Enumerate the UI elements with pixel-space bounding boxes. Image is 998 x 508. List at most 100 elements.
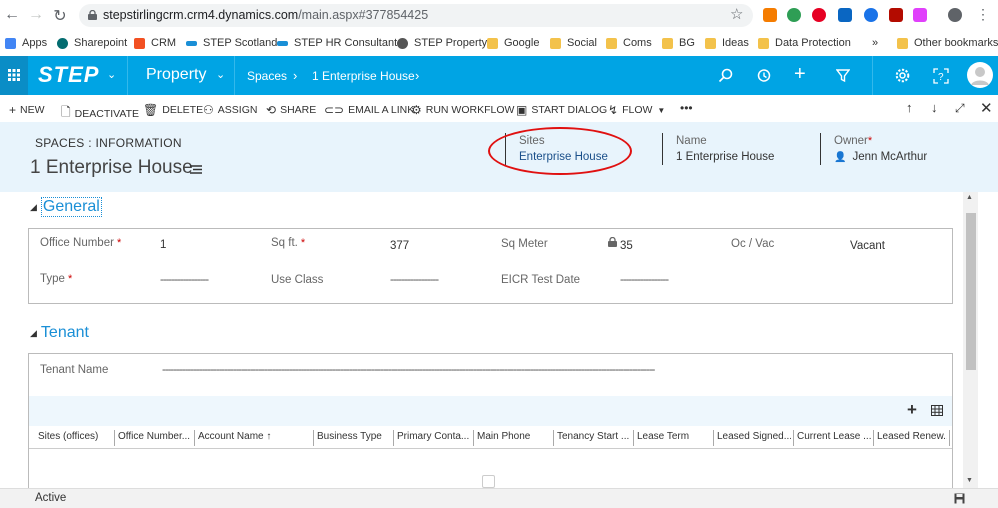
- bookmark-step-hr[interactable]: STEP HR Consultant...: [277, 37, 406, 49]
- quick-create-plus-icon[interactable]: +: [794, 63, 806, 86]
- eicr-test-date-field[interactable]: -----------------: [620, 274, 710, 286]
- scroll-down-arrow-icon[interactable]: ▼: [966, 477, 973, 484]
- more-bookmarks-button[interactable]: »: [872, 37, 878, 49]
- bookmark-bg[interactable]: BG: [662, 37, 695, 49]
- name-value[interactable]: 1 Enterprise House: [676, 151, 774, 163]
- column-header[interactable]: Sites (offices): [38, 431, 116, 442]
- column-separator[interactable]: [553, 430, 554, 446]
- column-separator[interactable]: [713, 430, 714, 446]
- save-disk-icon[interactable]: [954, 493, 965, 504]
- brand-logo[interactable]: STEP: [38, 62, 99, 88]
- bookmark-data-protection[interactable]: Data Protection: [758, 37, 851, 49]
- tenant-section-header[interactable]: ◢ Tenant: [30, 324, 89, 342]
- bookmark-star-icon[interactable]: ☆: [730, 5, 743, 23]
- share-button[interactable]: ⟲ SHARE: [266, 103, 316, 117]
- module-name[interactable]: Property: [146, 66, 206, 84]
- reload-icon[interactable]: ↻: [50, 6, 70, 26]
- column-header[interactable]: Office Number...: [118, 431, 192, 442]
- grid-view-icon[interactable]: [931, 405, 943, 416]
- column-header[interactable]: Primary Conta...: [397, 431, 471, 442]
- tenant-name-field[interactable]: ----------------------------------------…: [162, 364, 940, 376]
- column-separator[interactable]: [114, 430, 115, 446]
- bookmark-crm[interactable]: CRM: [134, 37, 176, 49]
- owner-lookup-link[interactable]: 👤 Jenn McArthur: [834, 151, 927, 163]
- folder-icon: [487, 37, 498, 49]
- search-icon[interactable]: [718, 68, 733, 83]
- module-chevron-icon[interactable]: ⌄: [216, 68, 225, 81]
- column-header[interactable]: Lease Term: [637, 431, 711, 442]
- app-launcher-button[interactable]: [0, 56, 28, 95]
- column-separator[interactable]: [793, 430, 794, 446]
- scroll-up-arrow-icon[interactable]: ▲: [966, 194, 973, 201]
- bookmark-sharepoint[interactable]: Sharepoint: [57, 37, 127, 49]
- bookmark-google[interactable]: Google: [487, 37, 539, 49]
- extension-icon[interactable]: [913, 8, 927, 22]
- column-header[interactable]: Leased Renew...: [877, 431, 947, 442]
- column-header[interactable]: Business Type: [317, 431, 391, 442]
- pdf-icon[interactable]: [889, 8, 903, 22]
- office-number-field[interactable]: 1: [160, 239, 166, 251]
- close-icon[interactable]: ✕: [980, 99, 993, 117]
- other-bookmarks[interactable]: Other bookmarks: [897, 37, 998, 49]
- breadcrumb-spaces[interactable]: Spaces: [247, 69, 287, 83]
- profile-icon[interactable]: [948, 8, 962, 22]
- column-separator[interactable]: [473, 430, 474, 446]
- add-record-plus-icon[interactable]: +: [907, 400, 917, 420]
- column-header[interactable]: Main Phone: [477, 431, 551, 442]
- scrollbar-thumb[interactable]: [966, 213, 976, 370]
- general-section-header[interactable]: ◢ General: [30, 197, 102, 217]
- help-question-icon[interactable]: ?: [933, 68, 949, 84]
- bookmark-step-scotland[interactable]: STEP Scotland: [186, 37, 277, 49]
- forward-arrow-icon[interactable]: →: [26, 6, 46, 24]
- form-selector-icon[interactable]: [190, 164, 203, 175]
- brand-chevron-icon[interactable]: ⌄: [107, 68, 116, 81]
- user-avatar[interactable]: [967, 62, 993, 88]
- bookmark-social[interactable]: Social: [550, 37, 597, 49]
- column-header[interactable]: Current Lease ...: [797, 431, 871, 442]
- bookmark-ideas[interactable]: Ideas: [705, 37, 749, 49]
- extension-icon[interactable]: [763, 8, 777, 22]
- pop-out-icon[interactable]: ⤢: [955, 101, 965, 116]
- settings-gear-icon[interactable]: [895, 68, 910, 83]
- sq-ft-field[interactable]: 377: [390, 240, 409, 252]
- column-separator[interactable]: [633, 430, 634, 446]
- column-header[interactable]: Account Name ↑: [198, 431, 310, 442]
- column-separator[interactable]: [313, 430, 314, 446]
- menu-kebab-icon[interactable]: ⋮: [973, 6, 993, 23]
- start-dialog-button[interactable]: ▣ START DIALOG: [516, 103, 607, 117]
- column-separator[interactable]: [873, 430, 874, 446]
- column-separator[interactable]: [393, 430, 394, 446]
- breadcrumb-record[interactable]: 1 Enterprise House: [312, 69, 415, 83]
- advanced-find-filter-icon[interactable]: [836, 68, 850, 83]
- column-separator[interactable]: [194, 430, 195, 446]
- bookmark-apps[interactable]: Apps: [5, 37, 47, 49]
- delete-button[interactable]: 🗑 DELETE: [143, 103, 203, 117]
- next-record-arrow-icon[interactable]: ↓: [931, 100, 938, 115]
- grammarly-icon[interactable]: [787, 8, 801, 22]
- linkedin-icon[interactable]: [838, 8, 852, 22]
- url-field[interactable]: stepstirlingcrm.crm4.dynamics.com/main.a…: [79, 4, 753, 27]
- column-header[interactable]: Leased Signed...: [717, 431, 791, 442]
- flow-button[interactable]: ↯ FLOW ▼: [608, 103, 665, 117]
- type-field[interactable]: -----------------: [160, 274, 250, 286]
- more-commands-button[interactable]: •••: [680, 101, 693, 115]
- deactivate-button[interactable]: 🗋 DEACTIVATE: [61, 103, 139, 124]
- previous-record-arrow-icon[interactable]: ↑: [906, 100, 913, 115]
- email-link-button[interactable]: ⊂⊃ EMAIL A LINK: [324, 103, 414, 117]
- back-arrow-icon[interactable]: ←: [2, 6, 22, 24]
- bookmark-coms[interactable]: Coms: [606, 37, 652, 49]
- oc-vac-field[interactable]: Vacant: [850, 240, 885, 252]
- run-workflow-button[interactable]: ⚙ RUN WORKFLOW: [411, 103, 514, 117]
- bookmark-step-property[interactable]: STEP Property: [397, 37, 487, 49]
- extension-icon[interactable]: [864, 8, 878, 22]
- column-separator[interactable]: [949, 430, 950, 446]
- column-header[interactable]: Tenancy Start ...: [557, 431, 631, 442]
- history-clock-icon[interactable]: [756, 68, 771, 83]
- breadcrumb-chevron-icon[interactable]: ›: [415, 68, 419, 83]
- empty-grid-checkbox[interactable]: [482, 475, 495, 488]
- pinterest-icon[interactable]: [812, 8, 826, 22]
- use-class-field[interactable]: -----------------: [390, 274, 480, 286]
- divider: [234, 56, 235, 95]
- assign-button[interactable]: ⚇ ASSIGN: [203, 103, 257, 117]
- new-button[interactable]: + NEW: [9, 103, 45, 117]
